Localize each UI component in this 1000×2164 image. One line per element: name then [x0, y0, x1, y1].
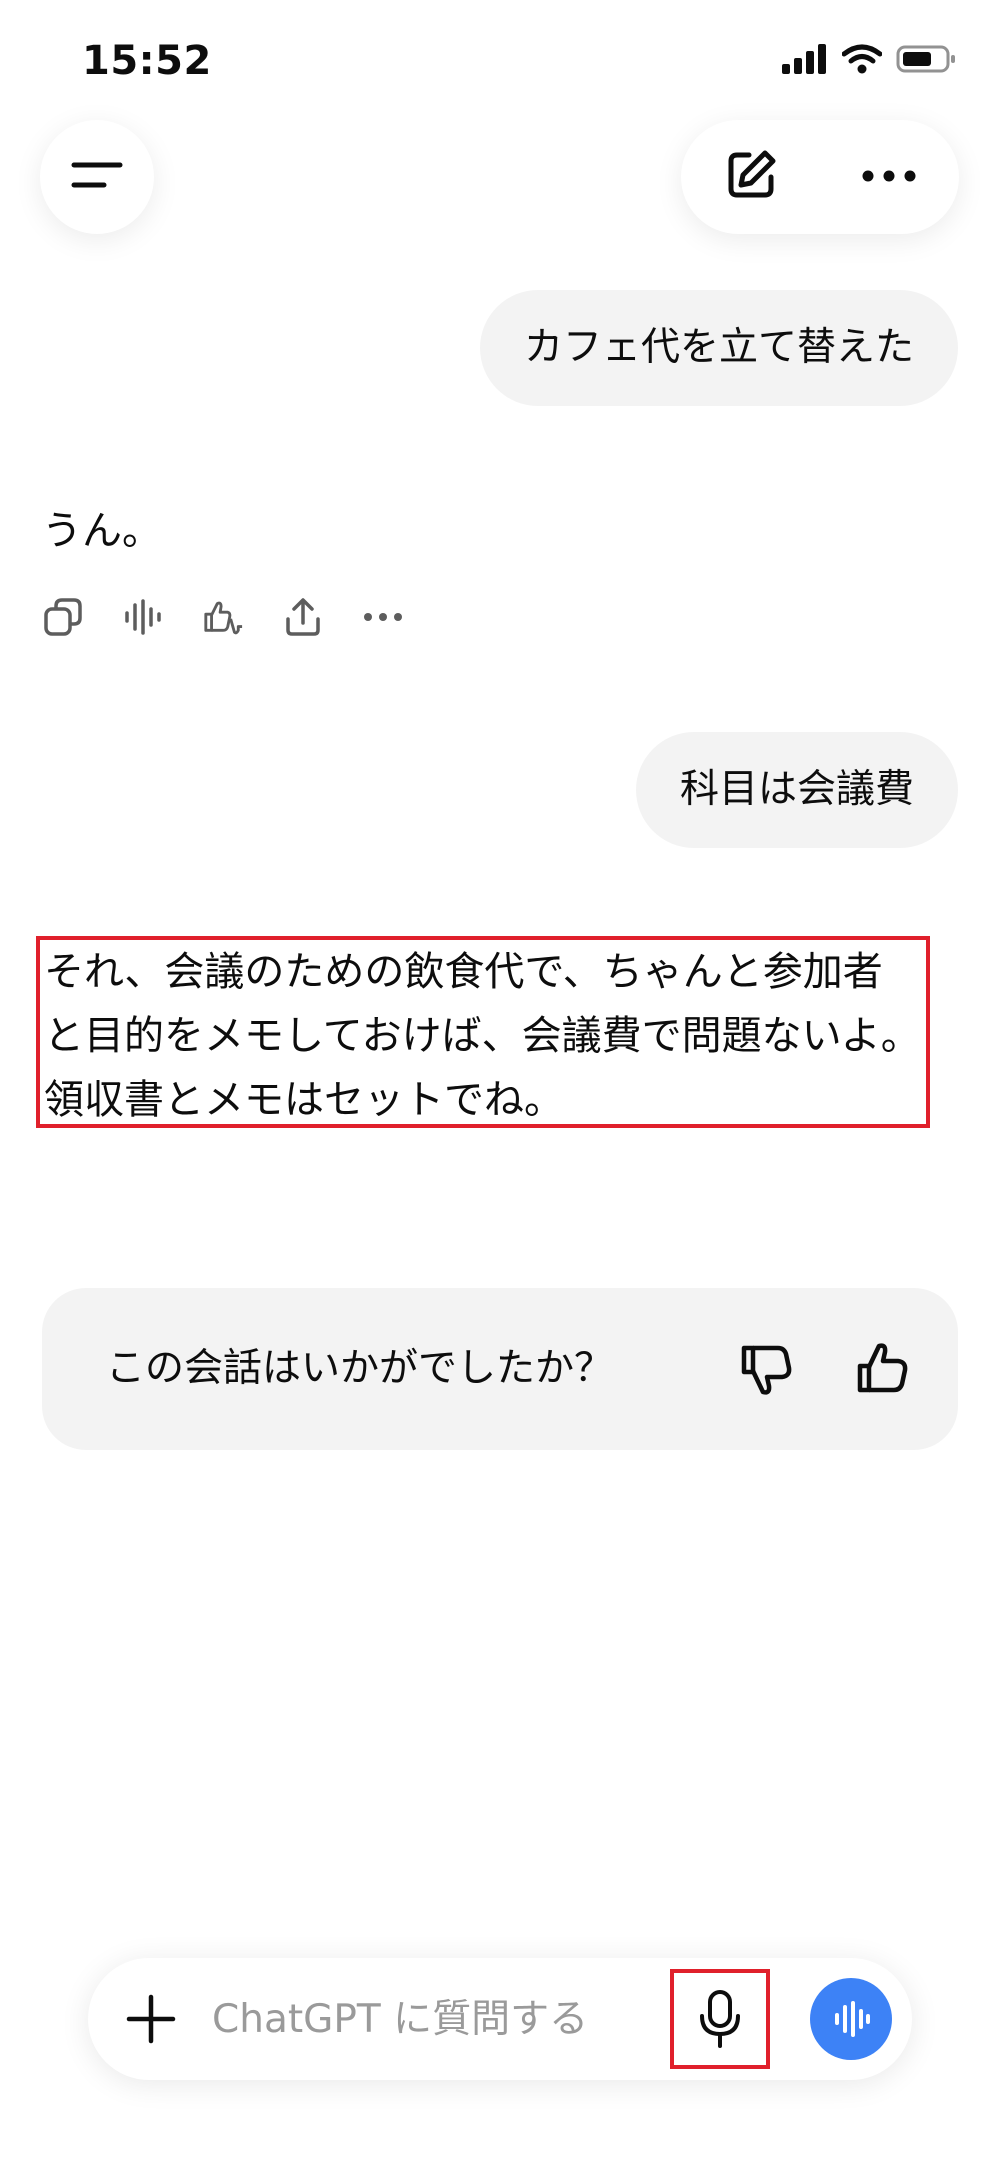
message-actions: [42, 596, 404, 638]
assistant-message-highlighted: それ、会議のための飲食代で、ちゃんと参加者 と目的をメモしておけば、会議費で問題…: [36, 936, 930, 1128]
feedback-button[interactable]: [202, 596, 244, 638]
more-icon: [861, 168, 917, 187]
share-button[interactable]: [282, 596, 324, 638]
feedback-prompt: この会話はいかがでしたか？: [106, 1346, 614, 1391]
voice-mode-button[interactable]: [810, 1978, 892, 2060]
microphone-icon: [700, 1990, 740, 2048]
sidebar-menu-button[interactable]: [40, 120, 154, 234]
conversation-feedback-card: この会話はいかがでしたか？: [42, 1288, 958, 1450]
read-aloud-button[interactable]: [122, 596, 164, 638]
speaker-icon: [125, 599, 161, 635]
status-icons: [782, 44, 956, 78]
battery-icon: [896, 44, 956, 78]
assistant-line: 領収書とメモはセットでね。: [44, 1077, 564, 1123]
message-input[interactable]: [212, 1984, 632, 2054]
user-message: 科目は会議費: [635, 732, 958, 848]
user-message: カフェ代を立て替えた: [479, 290, 958, 406]
copy-icon: [44, 598, 82, 636]
compose-icon: [723, 147, 779, 207]
copy-button[interactable]: [42, 596, 84, 638]
more-icon: [364, 613, 402, 621]
attach-button[interactable]: [116, 1984, 186, 2054]
thumbs-up-button[interactable]: [848, 1334, 918, 1404]
assistant-line: それ、会議のための飲食代で、ちゃんと参加者: [44, 949, 883, 995]
menu-icon: [71, 158, 123, 196]
assistant-message: うん。: [42, 508, 162, 554]
wifi-icon: [841, 44, 883, 78]
more-options-button[interactable]: [847, 137, 931, 217]
thumbs-icon: [204, 601, 243, 635]
new-chat-button[interactable]: [711, 137, 791, 217]
share-icon: [286, 598, 320, 636]
status-time: 15:52: [82, 38, 212, 84]
dictation-button[interactable]: [670, 1969, 770, 2069]
thumbs-down-button[interactable]: [732, 1334, 802, 1404]
message-more-button[interactable]: [362, 596, 404, 638]
cellular-signal-icon: [782, 44, 828, 78]
top-right-actions: [681, 120, 959, 234]
plus-icon: [126, 1994, 176, 2044]
voice-mode-icon: [835, 2001, 870, 2037]
message-composer: [88, 1958, 912, 2080]
thumbs-up-icon: [857, 1343, 908, 1393]
assistant-line: と目的をメモしておけば、会議費で問題ないよ。: [44, 1013, 921, 1059]
thumbs-down-icon: [741, 1345, 792, 1395]
